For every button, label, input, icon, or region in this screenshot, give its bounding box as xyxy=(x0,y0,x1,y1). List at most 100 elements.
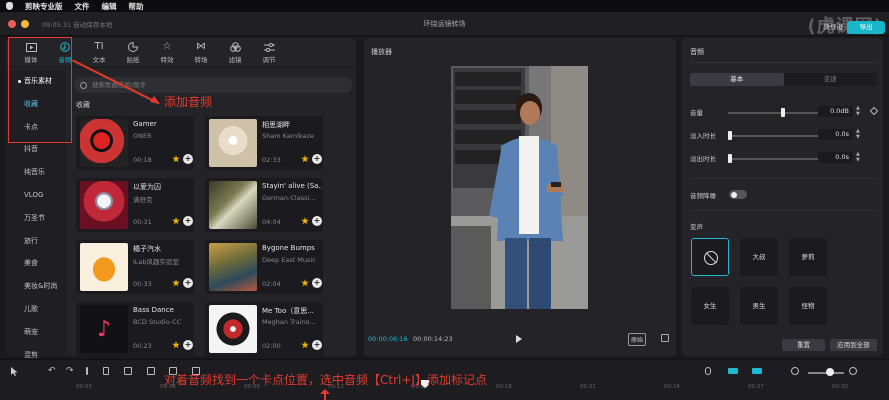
fade-out-slider-handle[interactable] xyxy=(728,154,732,163)
zoom-slider-handle[interactable] xyxy=(826,368,834,376)
voice-uncle-option[interactable]: 大叔 xyxy=(740,238,778,276)
zoom-in-icon[interactable] xyxy=(849,367,857,375)
fade-out-slider[interactable] xyxy=(728,158,818,160)
favorite-star-icon[interactable] xyxy=(172,279,180,287)
track-card[interactable]: Bygone Bumps Deep East Music 02:04 + xyxy=(205,240,323,294)
category-travel[interactable]: 旅行 xyxy=(6,230,66,253)
volume-value[interactable]: 0.0dB xyxy=(818,106,853,117)
add-track-button[interactable]: + xyxy=(183,278,193,288)
track-card[interactable]: 相思湖畔 Sham Kamikaze 02:33 + xyxy=(205,116,323,170)
video-preview[interactable] xyxy=(451,66,588,309)
menu-app[interactable]: 剪映专业版 xyxy=(25,1,63,12)
apply-all-button[interactable]: 应用到全部 xyxy=(830,339,877,351)
fade-in-row: 淡入时长 0.0s ▲ ▼ xyxy=(690,128,860,140)
tab-speed[interactable]: 变速 xyxy=(784,73,878,86)
voice-female-option[interactable]: 女生 xyxy=(691,287,729,325)
split-icon[interactable] xyxy=(86,367,88,375)
favorite-star-icon[interactable] xyxy=(172,341,180,349)
category-pure-music[interactable]: 纯音乐 xyxy=(6,161,66,184)
voice-none-option[interactable] xyxy=(691,238,729,276)
add-track-button[interactable]: + xyxy=(183,154,193,164)
fade-out-stepper[interactable]: ▲ ▼ xyxy=(856,151,860,163)
category-halloween[interactable]: 万圣节 xyxy=(6,207,66,230)
favorite-star-icon[interactable] xyxy=(301,217,309,225)
add-track-button[interactable]: + xyxy=(312,216,322,226)
track-card[interactable]: 以爱为囚 满舒克 00:31 + xyxy=(76,178,194,232)
volume-stepper[interactable]: ▲ ▼ xyxy=(856,105,860,117)
add-track-button[interactable]: + xyxy=(312,278,322,288)
play-icon[interactable] xyxy=(516,335,522,343)
volume-slider[interactable] xyxy=(728,112,818,114)
category-food[interactable]: 美食 xyxy=(6,252,66,275)
denoise-toggle[interactable] xyxy=(729,190,747,199)
tool-transition[interactable]: ⋈ 转场 xyxy=(184,38,218,68)
cover-image xyxy=(80,181,128,229)
aspect-ratio-button[interactable]: 原始 xyxy=(628,333,647,346)
fullscreen-icon[interactable] xyxy=(661,334,669,342)
magnet-snap-icon[interactable] xyxy=(728,368,738,374)
menu-file[interactable]: 文件 xyxy=(75,1,90,12)
split-left-icon[interactable] xyxy=(103,367,109,375)
fade-in-value[interactable]: 0.0s xyxy=(818,129,853,140)
fade-in-slider-handle[interactable] xyxy=(728,131,732,140)
favorite-star-icon[interactable] xyxy=(301,341,309,349)
undo-icon[interactable]: ↶ xyxy=(48,367,56,376)
voice-loli-option[interactable]: 萝莉 xyxy=(789,238,827,276)
marker-icon[interactable] xyxy=(147,367,155,375)
volume-slider-handle[interactable] xyxy=(781,108,786,117)
divider xyxy=(690,178,877,179)
reset-button[interactable]: 重置 xyxy=(782,339,825,351)
divider xyxy=(690,62,877,63)
track-card[interactable]: Stayin' alive (Sa... German-Classi... 04… xyxy=(205,178,323,232)
cover-image xyxy=(209,119,257,167)
shortcut-button[interactable]: 快捷键 xyxy=(824,21,844,31)
tool-adjust[interactable]: 调节 xyxy=(252,38,286,68)
category-kids-songs[interactable]: 儿歌 xyxy=(6,298,66,321)
menu-edit[interactable]: 编辑 xyxy=(102,1,117,12)
favorite-star-icon[interactable] xyxy=(301,279,309,287)
tiktok-logo-icon: ♪ xyxy=(80,305,128,353)
favorite-star-icon[interactable] xyxy=(172,217,180,225)
track-card[interactable]: Gamer ONER 00:18 + xyxy=(76,116,194,170)
fade-in-stepper[interactable]: ▲ ▼ xyxy=(856,128,860,140)
title-bar: 09:05:31 自动保存本地 环绕运镜转场 (虎课网) 快捷键 导出 xyxy=(0,12,889,37)
annotation-marker-tip: 对着音频找到一个卡点位置，选中音频【Ctrl+J】添加标记点 xyxy=(164,373,487,387)
category-beauty-fashion[interactable]: 美妆&时尚 xyxy=(6,275,66,298)
category-pets[interactable]: 萌宠 xyxy=(6,321,66,344)
keyframe-icon[interactable] xyxy=(869,106,879,116)
audio-tabs: 基本 变速 xyxy=(690,73,877,86)
add-track-button[interactable]: + xyxy=(312,340,322,350)
zoom-out-icon[interactable] xyxy=(791,367,799,375)
player-title: 播放器 xyxy=(371,48,392,56)
microphone-icon[interactable] xyxy=(705,367,711,375)
favorite-star-icon[interactable] xyxy=(301,155,309,163)
add-track-button[interactable]: + xyxy=(312,154,322,164)
track-card[interactable]: 橘子汽水 iLab风趣实验室 00:33 + xyxy=(76,240,194,294)
menu-help[interactable]: 帮助 xyxy=(129,1,144,12)
track-card[interactable]: ♪ Bass Dance BCD Studio-CC 00:23 + xyxy=(76,302,194,356)
apple-icon[interactable] xyxy=(6,2,13,10)
cover-image xyxy=(209,305,257,353)
fade-out-value[interactable]: 0.0s xyxy=(818,152,853,163)
linkage-icon[interactable] xyxy=(752,368,762,374)
annotation-arrow xyxy=(320,389,330,400)
current-time: 00:00:06:16 xyxy=(368,335,408,343)
add-track-button[interactable]: + xyxy=(183,340,193,350)
menu-bar: 剪映专业版 文件 编辑 帮助 xyxy=(0,0,889,12)
annotation-arrow xyxy=(72,60,160,104)
favorite-star-icon[interactable] xyxy=(172,155,180,163)
fade-in-slider[interactable] xyxy=(728,135,818,137)
category-vlog[interactable]: VLOG xyxy=(6,184,66,207)
cursor-tool-icon[interactable] xyxy=(10,367,18,376)
export-button[interactable]: 导出 xyxy=(847,21,885,34)
voice-male-option[interactable]: 男生 xyxy=(740,287,778,325)
tool-filter[interactable]: 滤镜 xyxy=(218,38,252,68)
voice-changer-label: 变声 xyxy=(690,223,703,231)
delete-icon[interactable] xyxy=(124,367,132,375)
filter-icon xyxy=(229,42,241,52)
tab-basic[interactable]: 基本 xyxy=(690,73,784,86)
voice-monster-option[interactable]: 怪物 xyxy=(789,287,827,325)
redo-icon[interactable]: ↷ xyxy=(66,367,74,376)
track-card[interactable]: Me Too（意思... Meghan Traino... 02:00 + xyxy=(205,302,323,356)
add-track-button[interactable]: + xyxy=(183,216,193,226)
